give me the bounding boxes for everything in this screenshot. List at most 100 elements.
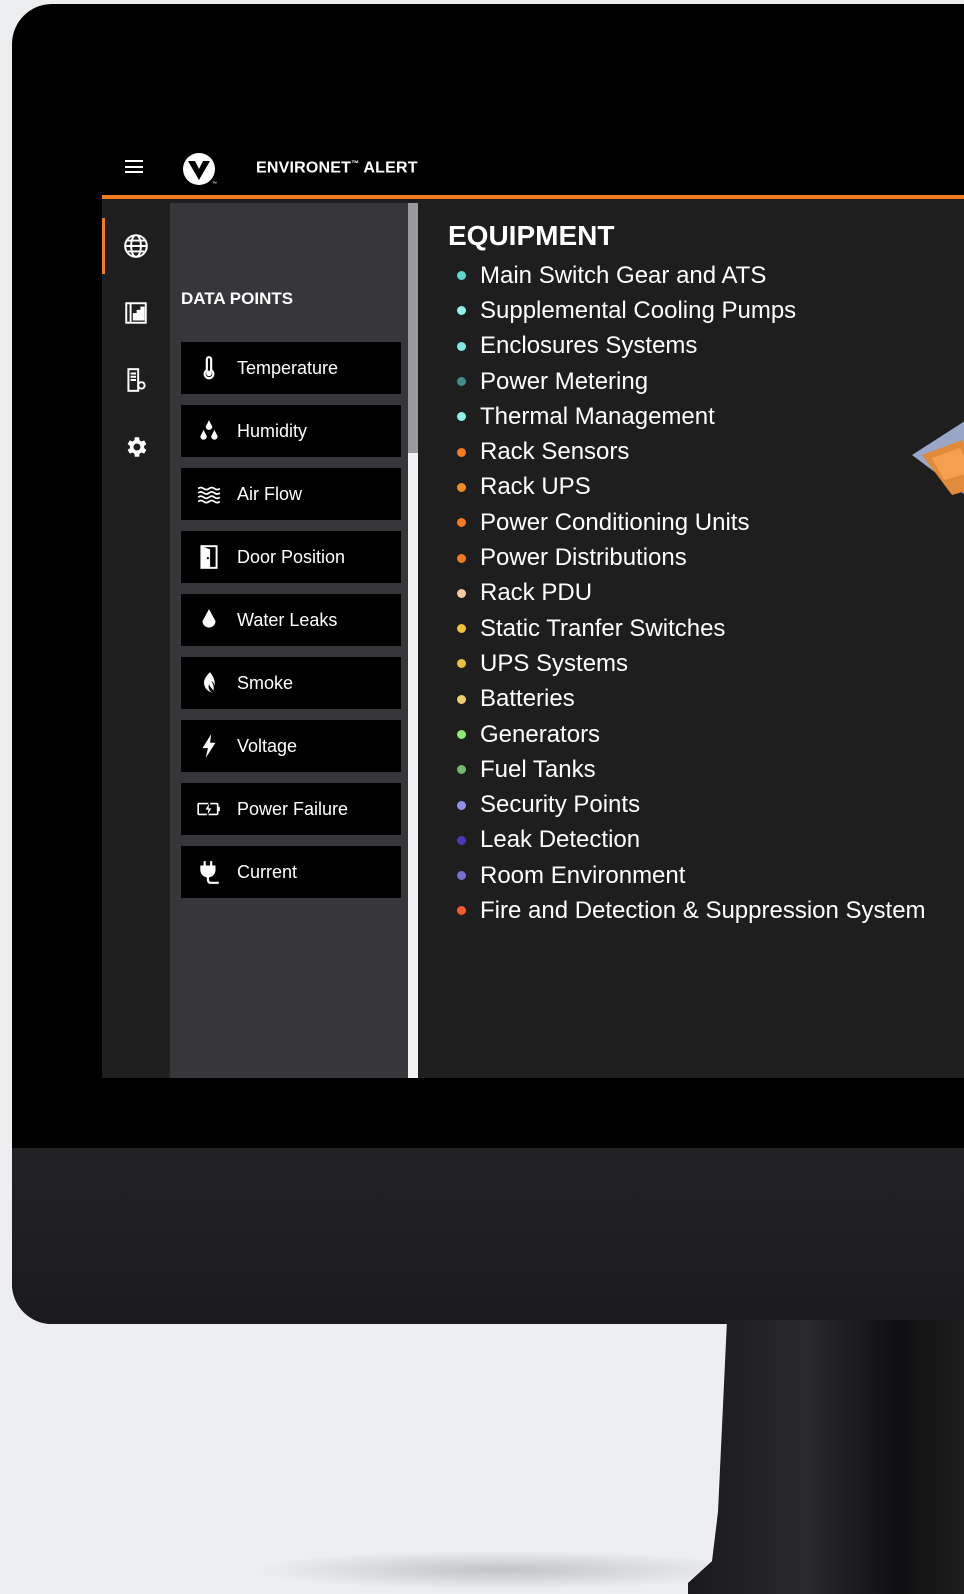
bullet-dot <box>457 482 466 492</box>
equipment-label: Power Distributions <box>480 544 687 572</box>
app-title: ENVIRONET™ ALERT <box>256 159 418 177</box>
equipment-item[interactable]: Enclosures Systems <box>448 329 926 364</box>
equipment-item[interactable]: Static Tranfer Switches <box>448 611 926 646</box>
equipment-label: Main Switch Gear and ATS <box>480 261 767 289</box>
equipment-item[interactable]: Fuel Tanks <box>448 752 926 787</box>
data-point-air-flow[interactable]: Air Flow <box>181 468 401 520</box>
thermometer-icon <box>203 356 215 380</box>
equipment-item[interactable]: Batteries <box>448 682 926 717</box>
bullet-dot <box>457 271 466 281</box>
equipment-label: Generators <box>480 720 601 748</box>
equipment-item[interactable]: Power Distributions <box>448 540 926 575</box>
top-bar: ™ ENVIRONET™ ALERT <box>102 140 964 199</box>
monitor-frame: ™ ENVIRONET™ ALERT DATA POINTS Temperatu… <box>12 4 964 1324</box>
bullet-dot <box>457 694 466 704</box>
bullet-dot <box>457 377 466 387</box>
equipment-label: Power Conditioning Units <box>480 508 750 536</box>
data-point-label: Air Flow <box>237 483 303 504</box>
equipment-label: Fuel Tanks <box>480 755 596 783</box>
equipment-label: Security Points <box>480 791 641 819</box>
equipment-item[interactable]: Fire and Detection & Suppression System <box>448 893 926 928</box>
door-icon <box>200 545 218 569</box>
rail-item-settings[interactable] <box>102 419 170 475</box>
equipment-label: Rack UPS <box>480 473 591 501</box>
equipment-title: EQUIPMENT <box>448 220 615 251</box>
equipment-label: Rack PDU <box>480 579 593 607</box>
data-points-panel: DATA POINTS Temperature Humidity Air Flo… <box>170 203 408 1078</box>
bullet-dot <box>457 765 466 775</box>
equipment-item[interactable]: Leak Detection <box>448 823 926 858</box>
smoke-flame-icon <box>203 672 215 693</box>
equipment-label: Static Tranfer Switches <box>480 614 726 642</box>
bullet-dot <box>457 730 466 739</box>
data-point-label: Current <box>237 861 298 882</box>
equipment-label: Fire and Detection & Suppression System <box>480 896 926 924</box>
report-chart-icon <box>125 302 147 324</box>
plug-icon <box>200 861 219 884</box>
equipment-item[interactable]: Thermal Management <box>448 399 926 434</box>
data-point-label: Humidity <box>237 420 308 441</box>
equipment-label: Rack Sensors <box>480 438 630 466</box>
equipment-label: Power Metering <box>480 367 649 395</box>
bullet-dot <box>457 412 466 422</box>
rail-item-devices[interactable] <box>102 352 170 408</box>
equipment-item[interactable]: Room Environment <box>448 858 926 893</box>
equipment-label: Thermal Management <box>480 402 715 430</box>
data-point-door-position[interactable]: Door Position <box>181 531 401 583</box>
battery-bolt-icon <box>197 801 220 817</box>
device-settings-icon <box>127 368 146 392</box>
bullet-dot <box>457 553 466 563</box>
equipment-item[interactable]: Power Metering <box>448 364 926 399</box>
data-point-label: Power Failure <box>237 798 349 819</box>
lightning-icon <box>202 734 216 758</box>
rail-item-globe[interactable] <box>102 218 170 274</box>
data-point-power-failure[interactable]: Power Failure <box>181 783 401 835</box>
data-point-label: Voltage <box>237 735 298 756</box>
icon-rail <box>102 199 170 1078</box>
equipment-label: Room Environment <box>480 861 686 889</box>
equipment-illustration <box>912 421 964 495</box>
equipment-item[interactable]: Rack UPS <box>448 470 926 505</box>
equipment-item[interactable]: Security Points <box>448 787 926 822</box>
droplets-icon <box>200 420 218 440</box>
data-point-smoke[interactable]: Smoke <box>181 657 401 709</box>
equipment-item[interactable]: Supplemental Cooling Pumps <box>448 293 926 328</box>
data-point-temperature[interactable]: Temperature <box>181 342 401 394</box>
bullet-dot <box>457 800 466 810</box>
app-screen: ™ ENVIRONET™ ALERT DATA POINTS Temperatu… <box>102 140 964 1078</box>
equipment-item[interactable]: Main Switch Gear and ATS <box>448 258 926 293</box>
vertiv-logo: ™ <box>183 153 217 186</box>
data-point-current[interactable]: Current <box>181 846 401 898</box>
bullet-dot <box>457 588 466 598</box>
water-drop-icon <box>202 609 216 628</box>
bullet-dot <box>457 306 466 316</box>
svg-text:™: ™ <box>212 181 217 186</box>
bullet-dot <box>457 906 466 916</box>
equipment-item[interactable]: Rack Sensors <box>448 434 926 469</box>
data-point-water-leaks[interactable]: Water Leaks <box>181 594 401 646</box>
gear-icon <box>127 437 147 457</box>
airflow-waves-icon <box>197 486 221 504</box>
data-point-humidity[interactable]: Humidity <box>181 405 401 457</box>
bullet-dot <box>457 871 466 881</box>
equipment-item[interactable]: Power Conditioning Units <box>448 505 926 540</box>
equipment-label: Batteries <box>480 685 575 713</box>
equipment-label: UPS Systems <box>480 649 629 677</box>
bullet-dot <box>457 447 466 457</box>
data-point-label: Door Position <box>237 546 346 567</box>
data-point-voltage[interactable]: Voltage <box>181 720 401 772</box>
panel-scrollbar-thumb[interactable] <box>408 203 418 453</box>
bullet-dot <box>457 518 466 528</box>
equipment-item[interactable]: UPS Systems <box>448 646 926 681</box>
equipment-item[interactable]: Rack PDU <box>448 576 926 611</box>
data-point-label: Water Leaks <box>237 609 338 630</box>
globe-icon <box>124 234 148 258</box>
rail-item-reports[interactable] <box>102 285 170 341</box>
equipment-label: Leak Detection <box>480 826 641 854</box>
menu-icon[interactable] <box>125 160 143 173</box>
equipment-item[interactable]: Generators <box>448 717 926 752</box>
equipment-list: Main Switch Gear and ATS Supplemental Coo… <box>448 258 926 929</box>
data-point-label: Temperature <box>237 357 339 378</box>
panel-title: DATA POINTS <box>181 289 294 308</box>
bullet-dot <box>457 659 466 669</box>
